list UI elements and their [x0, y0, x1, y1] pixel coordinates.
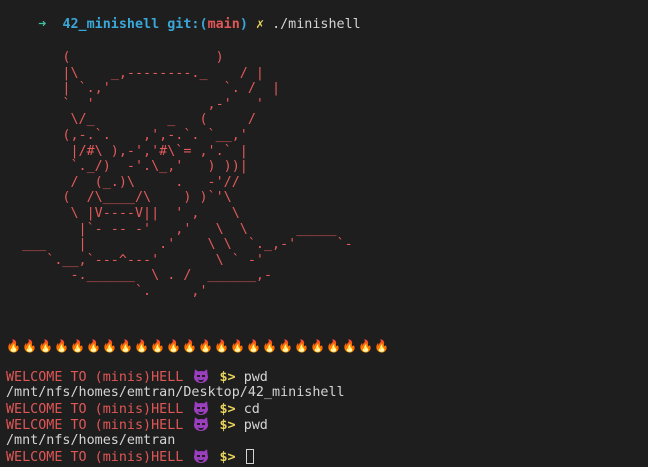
fire-icon: 🔥	[214, 339, 230, 353]
git-branch: main	[207, 17, 240, 32]
minishell-prompt: WELCOME TO (minis)HELL $>	[6, 447, 642, 465]
prompt-symbol: $>	[211, 450, 244, 465]
fire-icon: 🔥	[54, 339, 70, 353]
typed-command: pwd	[243, 370, 268, 385]
fire-icon: 🔥	[102, 339, 118, 353]
command-output: /mnt/nfs/homes/emtran/Desktop/42_minishe…	[6, 385, 642, 401]
fire-icon: 🔥	[118, 339, 134, 353]
fire-icon: 🔥	[6, 339, 22, 353]
text-cursor[interactable]	[245, 449, 254, 464]
command-output: /mnt/nfs/homes/emtran	[6, 433, 642, 449]
fire-icon: 🔥	[166, 339, 182, 353]
fire-icon: 🔥	[294, 339, 310, 353]
fire-icon: 🔥	[38, 339, 54, 353]
prompt-welcome-text: WELCOME TO (minis)HELL	[6, 370, 192, 385]
minishell-prompt: WELCOME TO (minis)HELL $> pwd	[6, 367, 642, 385]
output-text: /mnt/nfs/homes/emtran	[6, 433, 176, 448]
fire-icon: 🔥	[150, 339, 166, 353]
minishell-prompt: WELCOME TO (minis)HELL $> cd	[6, 399, 642, 417]
fire-icon: 🔥	[230, 339, 246, 353]
fire-icon: 🔥	[86, 339, 102, 353]
prompt-welcome-text: WELCOME TO (minis)HELL	[6, 418, 192, 433]
fire-icon: 🔥	[22, 339, 38, 353]
prompt-symbol: $>	[211, 418, 244, 433]
git-label-close: )	[239, 17, 248, 32]
typed-command: pwd	[243, 418, 268, 433]
prompt-symbol: $>	[211, 370, 244, 385]
fire-icon: 🔥	[134, 339, 150, 353]
terminal-window[interactable]: ➜ 42_minishell git:(main) ✗ ./minishell …	[0, 0, 648, 467]
fire-icon: 🔥	[182, 339, 198, 353]
fire-icon: 🔥	[326, 339, 342, 353]
smiling-imp-icon	[192, 399, 211, 415]
fire-banner: 🔥🔥🔥🔥🔥🔥🔥🔥🔥🔥🔥🔥🔥🔥🔥🔥🔥🔥🔥🔥🔥🔥🔥🔥	[6, 337, 390, 355]
smiling-imp-icon	[192, 367, 211, 383]
git-label: git:(	[167, 17, 208, 32]
launch-command: ./minishell	[272, 17, 361, 32]
fire-icon: 🔥	[310, 339, 326, 353]
current-directory: 42_minishell	[62, 17, 160, 32]
devil-ascii-art: ( ) |\ _,--------._ / | | `.,' `. / | ` …	[22, 50, 353, 299]
smiling-imp-icon	[192, 447, 211, 463]
prompt-welcome-text: WELCOME TO (minis)HELL	[6, 450, 192, 465]
prompt-welcome-text: WELCOME TO (minis)HELL	[6, 402, 192, 417]
fire-icon: 🔥	[278, 339, 294, 353]
fire-icon: 🔥	[70, 339, 86, 353]
git-dirty-mark: ✗	[255, 17, 264, 32]
fire-icon: 🔥	[374, 339, 390, 353]
fire-icon: 🔥	[342, 339, 358, 353]
fire-icon: 🔥	[198, 339, 214, 353]
smiling-imp-icon	[192, 415, 211, 431]
prompt-symbol: $>	[211, 402, 244, 417]
shell-history: WELCOME TO (minis)HELL $> pwd/mnt/nfs/ho…	[6, 367, 642, 465]
prompt-arrow-icon: ➜	[38, 17, 47, 32]
fire-icon: 🔥	[358, 339, 374, 353]
fire-icon: 🔥	[246, 339, 262, 353]
output-text: /mnt/nfs/homes/emtran/Desktop/42_minishe…	[6, 385, 345, 400]
fire-icon: 🔥	[262, 339, 278, 353]
typed-command: cd	[243, 402, 260, 417]
minishell-prompt: WELCOME TO (minis)HELL $> pwd	[6, 415, 642, 433]
shell-prompt-line: ➜ 42_minishell git:(main) ✗ ./minishell	[6, 1, 642, 32]
